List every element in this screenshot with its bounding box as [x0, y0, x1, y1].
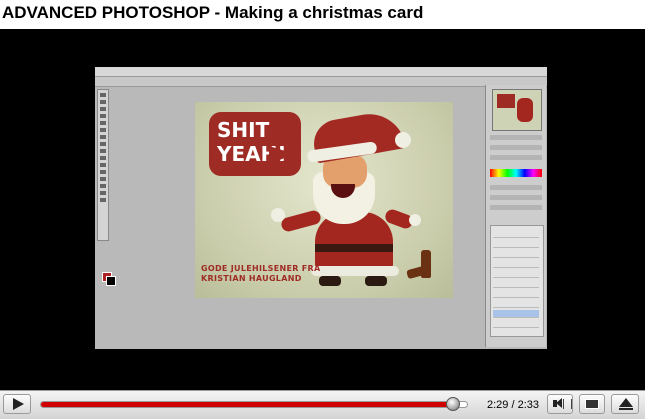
background-color-icon [106, 276, 116, 286]
tools-panel [97, 89, 116, 286]
fullscreen-button[interactable] [611, 394, 639, 414]
options-bar [95, 77, 547, 87]
play-button[interactable] [3, 394, 31, 414]
side-panels [485, 85, 546, 347]
seek-handle[interactable] [446, 397, 461, 411]
seek-bar[interactable] [40, 401, 468, 408]
video-player[interactable]: SHIT YEAH! GODE JULEHILSENER FRA KRISTIA… [0, 29, 645, 419]
video-frame[interactable]: SHIT YEAH! GODE JULEHILSENER FRA KRISTIA… [0, 29, 645, 390]
fullscreen-icon [619, 398, 633, 407]
card-greeting: GODE JULEHILSENER FRA KRISTIAN HAUGLAND [201, 264, 321, 283]
play-icon [13, 398, 24, 410]
color-swatches [490, 169, 542, 177]
speech-bubble: SHIT YEAH! [209, 112, 301, 176]
christmas-card-canvas: SHIT YEAH! GODE JULEHILSENER FRA KRISTIA… [195, 102, 453, 298]
player-controls: 2:29 / 2:33 [0, 390, 645, 419]
navigator-thumbnail [492, 89, 542, 131]
layers-panel [490, 225, 544, 337]
video-title: ADVANCED PHOTOSHOP - Making a christmas … [2, 3, 424, 22]
seek-progress [41, 402, 456, 407]
volume-button[interactable] [547, 394, 573, 414]
player-size-icon [585, 399, 599, 409]
time-display: 2:29 / 2:33 [487, 399, 539, 411]
photoshop-screen: SHIT YEAH! GODE JULEHILSENER FRA KRISTIA… [95, 67, 547, 349]
player-size-button[interactable] [579, 394, 605, 414]
app-menu-bar [95, 67, 547, 80]
